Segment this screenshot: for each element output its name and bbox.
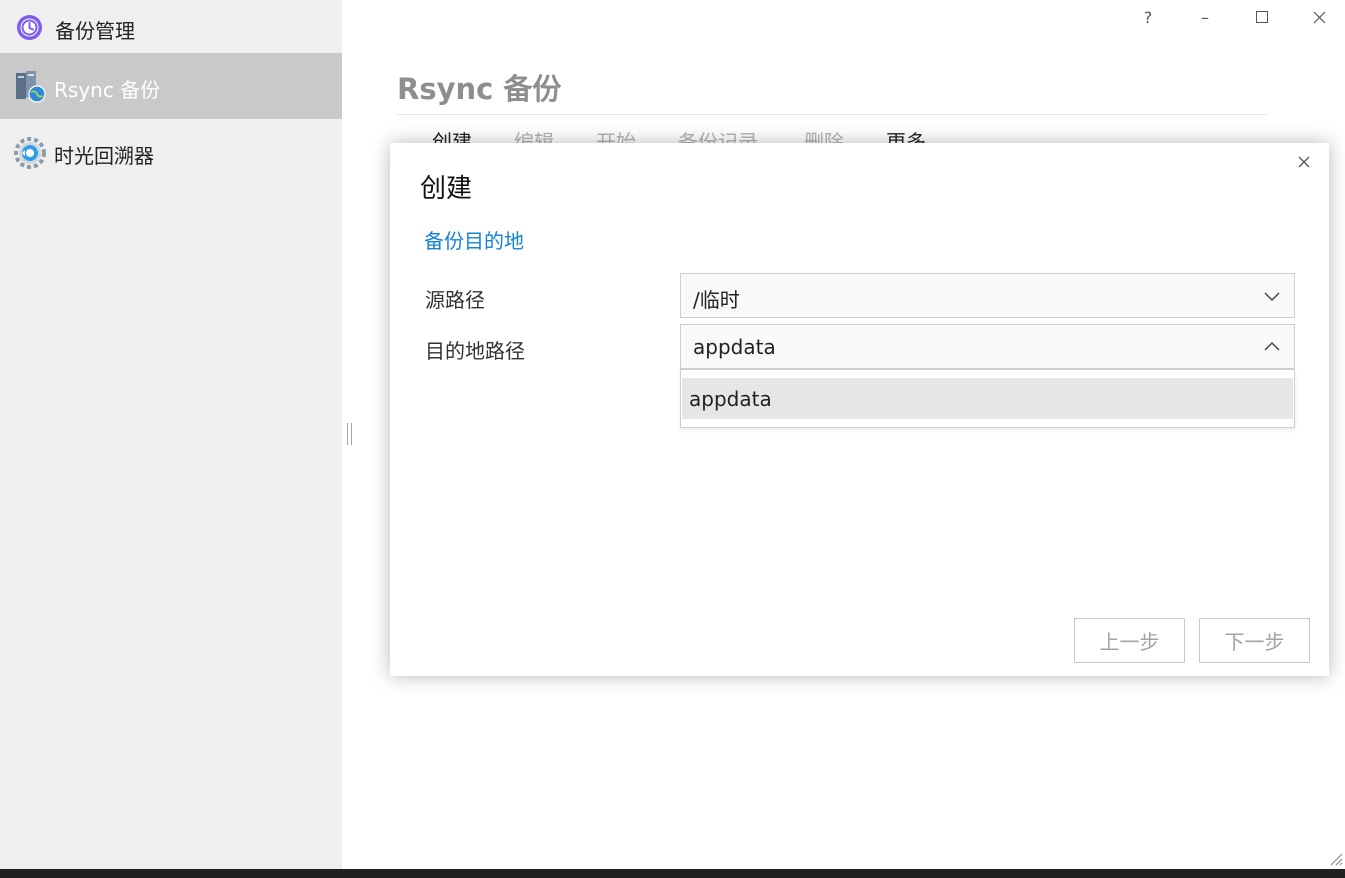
source-path-select[interactable]: /临时 bbox=[680, 273, 1295, 318]
sidebar-item-rsync-backup[interactable]: Rsync 备份 bbox=[0, 53, 342, 119]
time-machine-gear-icon bbox=[14, 137, 46, 169]
chevron-down-icon bbox=[1264, 292, 1280, 302]
maximize-icon bbox=[1256, 11, 1268, 23]
destination-path-value: appdata bbox=[693, 335, 776, 359]
app-header: 备份管理 bbox=[0, 0, 342, 53]
step-title: 备份目的地 bbox=[424, 229, 524, 253]
create-dialog: 创建 备份目的地 源路径 /临时 目的地路径 appdata appdata 上… bbox=[390, 143, 1329, 676]
maximize-button[interactable] bbox=[1247, 4, 1277, 30]
minimize-button[interactable]: – bbox=[1190, 4, 1220, 30]
app-title: 备份管理 bbox=[55, 19, 135, 43]
server-globe-icon bbox=[16, 71, 46, 103]
help-button[interactable]: ? bbox=[1133, 4, 1163, 30]
previous-step-button[interactable]: 上一步 bbox=[1074, 618, 1185, 663]
taskbar-strip bbox=[0, 869, 1345, 878]
resize-grip-icon[interactable] bbox=[1327, 850, 1343, 866]
destination-path-label: 目的地路径 bbox=[425, 339, 525, 363]
sidebar: 备份管理 Rsync 备份 时光回溯器 bbox=[0, 0, 342, 869]
sidebar-splitter-handle[interactable] bbox=[347, 423, 352, 445]
sidebar-item-label: Rsync 备份 bbox=[54, 78, 161, 102]
dialog-close-button[interactable] bbox=[1293, 151, 1315, 173]
page-title: Rsync 备份 bbox=[397, 72, 562, 106]
divider bbox=[397, 114, 1267, 115]
destination-path-select[interactable]: appdata bbox=[680, 324, 1295, 369]
dropdown-option[interactable]: appdata bbox=[682, 378, 1293, 419]
chevron-up-icon bbox=[1264, 341, 1280, 351]
close-icon bbox=[1313, 11, 1325, 23]
destination-dropdown-list: appdata bbox=[680, 369, 1295, 428]
source-path-value: /临时 bbox=[693, 288, 740, 312]
dialog-title: 创建 bbox=[420, 174, 473, 204]
backup-clock-icon bbox=[17, 15, 42, 40]
sidebar-item-label: 时光回溯器 bbox=[54, 144, 154, 168]
sidebar-item-time-machine[interactable]: 时光回溯器 bbox=[0, 119, 342, 185]
source-path-label: 源路径 bbox=[425, 288, 485, 312]
close-icon bbox=[1298, 156, 1310, 168]
next-step-button[interactable]: 下一步 bbox=[1199, 618, 1310, 663]
close-window-button[interactable] bbox=[1304, 4, 1334, 30]
dropdown-option-label: appdata bbox=[689, 387, 772, 411]
